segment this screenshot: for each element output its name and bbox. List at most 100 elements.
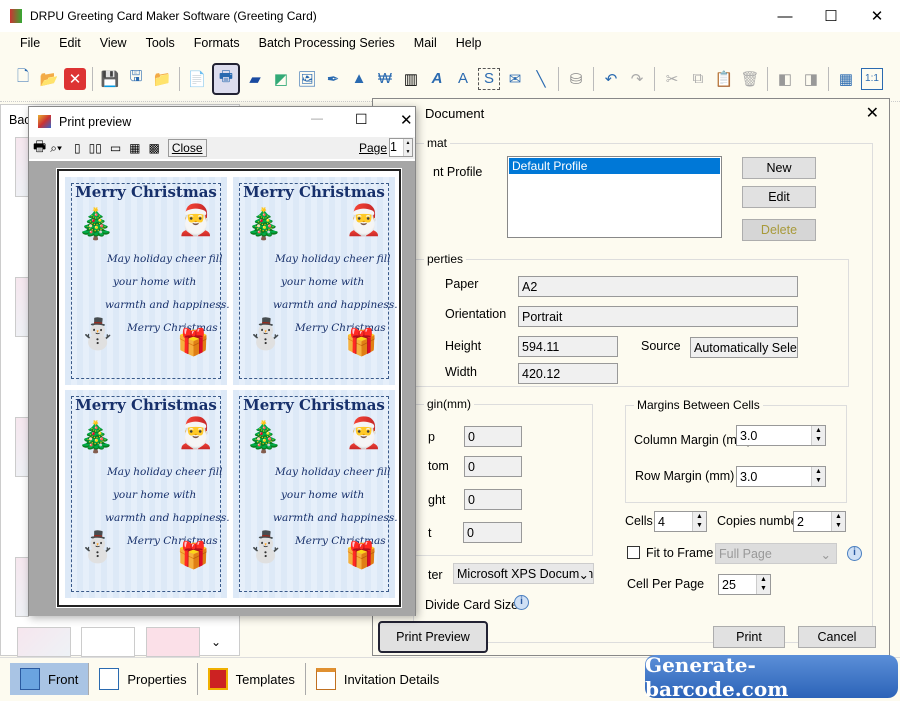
spin-arrows-icon[interactable]: ▲ ▼ — [811, 426, 825, 445]
four-pages-icon[interactable]: ▦ — [129, 141, 140, 155]
tab-properties[interactable]: Properties — [89, 663, 198, 695]
signature-icon[interactable]: S — [478, 67, 500, 90]
right-margin-field[interactable]: 0 — [464, 489, 522, 510]
new-icon[interactable]: 🗋 — [12, 68, 34, 90]
maximize-button[interactable]: ☐ — [355, 111, 368, 128]
close-window-button[interactable]: ✕ — [400, 111, 413, 129]
menu-formats[interactable]: Formats — [194, 36, 240, 50]
three-pages-icon[interactable]: ▭ — [110, 141, 121, 155]
print-button[interactable]: Print — [713, 626, 785, 648]
profile-item[interactable]: Default Profile — [509, 158, 720, 174]
spin-arrows-icon[interactable]: ▲ ▼ — [811, 467, 825, 486]
fit-option-select[interactable]: Full Page ⌄ — [715, 543, 837, 564]
redo-icon[interactable]: ↷ — [626, 68, 648, 90]
watermark-icon[interactable]: ₩ — [374, 68, 396, 90]
print-icon[interactable]: 🖶 — [212, 62, 240, 95]
info-icon[interactable]: i — [514, 595, 529, 610]
scroll-down-icon[interactable]: ⌄ — [211, 635, 221, 649]
pen-icon[interactable]: ✒ — [322, 68, 344, 90]
edit-button[interactable]: Edit — [742, 186, 816, 208]
thumbnail[interactable] — [15, 277, 29, 337]
width-field[interactable]: 420.12 — [518, 363, 618, 384]
minimize-button[interactable]: — — [311, 111, 323, 125]
copies-stepper[interactable]: 2 ▲ ▼ — [793, 511, 846, 532]
tab-front[interactable]: Front — [10, 663, 90, 695]
orientation-field[interactable]: Portrait — [518, 306, 798, 327]
menu-file[interactable]: File — [20, 36, 40, 50]
menu-batch[interactable]: Batch Processing Series — [259, 36, 395, 50]
thumbnail[interactable] — [15, 137, 29, 197]
cancel-button[interactable]: Cancel — [798, 626, 876, 648]
zoom-icon[interactable]: ⌕▾ — [50, 141, 62, 156]
source-field[interactable]: Automatically Sele — [690, 337, 798, 358]
fit-to-frame-checkbox[interactable] — [627, 546, 640, 559]
paper-field[interactable]: A2 — [518, 276, 798, 297]
bring-front-icon[interactable]: ◧ — [774, 68, 796, 90]
shapes-icon[interactable]: ▲ — [348, 68, 370, 90]
new-button[interactable]: New — [742, 157, 816, 179]
close-preview-button[interactable]: Close — [167, 139, 207, 157]
info-icon[interactable]: i — [847, 546, 862, 561]
menu-help[interactable]: Help — [456, 36, 482, 50]
text-icon[interactable]: A — [426, 68, 448, 90]
profile-list[interactable]: Default Profile — [507, 156, 722, 238]
tab-invitation-details[interactable]: Invitation Details — [306, 663, 449, 695]
undo-icon[interactable]: ↶ — [600, 68, 622, 90]
bottom-margin-field[interactable]: 0 — [464, 456, 522, 477]
thumbnail-teddy[interactable] — [81, 627, 135, 657]
image-icon[interactable]: ◩ — [270, 68, 292, 90]
dialog-close-icon[interactable]: ✕ — [866, 103, 879, 123]
grid-icon[interactable]: ▦ — [835, 68, 857, 90]
left-margin-field[interactable]: 0 — [463, 522, 522, 543]
copy-icon[interactable]: ⧉ — [687, 68, 709, 90]
printer-select[interactable]: Microsoft XPS Document ⌄ — [453, 563, 594, 584]
menu-edit[interactable]: Edit — [59, 36, 81, 50]
page-stepper[interactable]: 1 ▲ ▼ — [389, 138, 413, 157]
export-icon[interactable]: 📁 — [151, 68, 173, 90]
minimize-button[interactable]: — — [762, 0, 808, 32]
mail-icon[interactable]: ✉ — [504, 68, 526, 90]
properties-icon[interactable]: 📄 — [186, 68, 208, 90]
cut-icon[interactable]: ✂ — [661, 68, 683, 90]
database-icon[interactable]: ⛁ — [565, 68, 587, 90]
maximize-button[interactable]: ☐ — [808, 0, 854, 32]
spin-arrows-icon[interactable]: ▲ ▼ — [756, 575, 770, 594]
column-margin-stepper[interactable]: 3.0 ▲ ▼ — [736, 425, 826, 446]
thumbnail[interactable] — [15, 417, 29, 477]
six-pages-icon[interactable]: ▩ — [149, 141, 160, 155]
divide-card-size-label[interactable]: Divide Card Size — [425, 598, 518, 612]
close-doc-icon[interactable]: ✕ — [64, 67, 86, 90]
open-icon[interactable]: 📂 — [38, 68, 60, 90]
barcode-icon[interactable]: ▥ — [400, 68, 422, 90]
print-preview-button[interactable]: Print Preview — [378, 621, 488, 653]
delete-button[interactable]: Delete — [742, 219, 816, 241]
row-margin-stepper[interactable]: 3.0 ▲ ▼ — [736, 466, 826, 487]
spin-arrows-icon[interactable]: ▲ ▼ — [403, 139, 412, 156]
menu-view[interactable]: View — [100, 36, 127, 50]
close-button[interactable]: ✕ — [854, 0, 900, 32]
send-back-icon[interactable]: ◨ — [800, 68, 822, 90]
menu-tools[interactable]: Tools — [146, 36, 175, 50]
insert-picture-icon[interactable]: 🖼 — [296, 68, 318, 90]
word-art-icon[interactable]: A — [452, 68, 474, 90]
thumbnail[interactable] — [17, 627, 71, 657]
save-icon[interactable]: 💾 — [99, 68, 121, 90]
cell-per-page-stepper[interactable]: 25 ▲ ▼ — [718, 574, 771, 595]
thumbnail[interactable] — [15, 557, 29, 617]
menu-mail[interactable]: Mail — [414, 36, 437, 50]
two-pages-icon[interactable]: ▯▯ — [89, 141, 102, 155]
height-field[interactable]: 594.11 — [518, 336, 618, 357]
top-margin-field[interactable]: 0 — [464, 426, 522, 447]
thumbnail[interactable] — [146, 627, 200, 657]
cells-stepper[interactable]: 4 ▲ ▼ — [654, 511, 707, 532]
line-icon[interactable]: ╲ — [530, 68, 552, 90]
background-icon[interactable]: ▰ — [244, 68, 266, 90]
delete-icon[interactable]: 🗑 — [739, 68, 761, 90]
tab-templates[interactable]: Templates — [198, 663, 306, 695]
save-as-icon[interactable]: 🖫 — [125, 68, 147, 90]
one-page-icon[interactable]: ▯ — [74, 141, 81, 155]
paste-icon[interactable]: 📋 — [713, 68, 735, 90]
print-icon[interactable]: 🖶 — [33, 136, 46, 160]
spin-arrows-icon[interactable]: ▲ ▼ — [692, 512, 706, 531]
spin-arrows-icon[interactable]: ▲ ▼ — [831, 512, 845, 531]
